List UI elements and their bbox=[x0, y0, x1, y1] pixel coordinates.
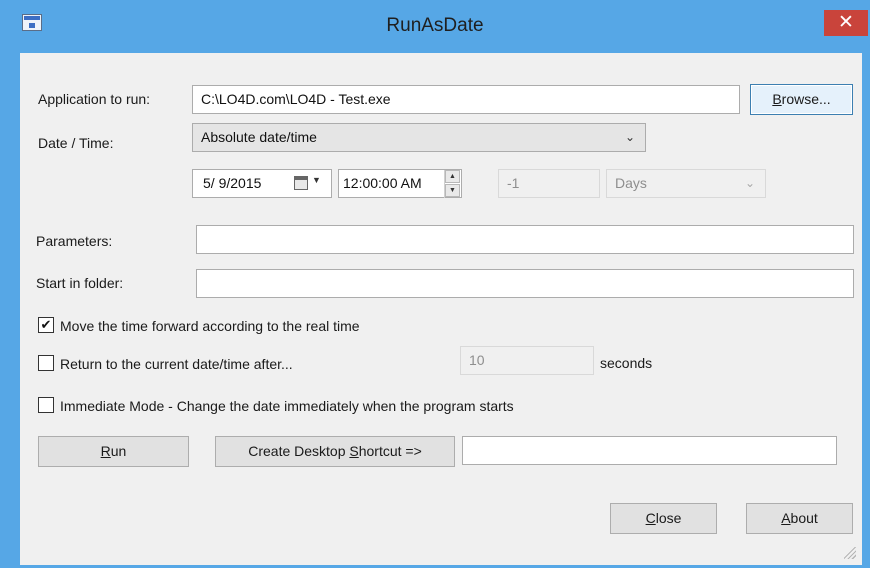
close-icon[interactable]: ✕ bbox=[824, 10, 868, 36]
run-accel: R bbox=[100, 443, 111, 459]
run-button[interactable]: Run bbox=[38, 436, 189, 467]
date-time-label: Date / Time: bbox=[38, 135, 114, 151]
resize-grip-icon[interactable] bbox=[844, 547, 856, 559]
dialog-client: Application to run: C:\LO4D.com\LO4D - T… bbox=[20, 53, 862, 565]
checkmark-icon: ✔ bbox=[40, 317, 52, 332]
date-mode-value: Absolute date/time bbox=[201, 129, 317, 145]
date-mode-select[interactable]: Absolute date/time ⌄ bbox=[192, 123, 646, 152]
browse-label: rowse... bbox=[781, 91, 831, 107]
browse-accel: B bbox=[772, 91, 782, 107]
immediate-mode-label[interactable]: Immediate Mode - Change the date immedia… bbox=[60, 398, 514, 414]
about-accel: A bbox=[781, 510, 791, 526]
shortcut-label-rest: hortcut => bbox=[358, 443, 422, 459]
offset-input: -1 bbox=[498, 169, 600, 198]
offset-unit-select: Days ⌄ bbox=[606, 169, 766, 198]
start-in-folder-input[interactable] bbox=[196, 269, 854, 298]
return-seconds-input: 10 bbox=[460, 346, 594, 375]
title-bar[interactable]: RunAsDate ✕ bbox=[0, 0, 870, 52]
date-value: 5/ 9/2015 bbox=[203, 175, 262, 191]
close-button[interactable]: Close bbox=[610, 503, 717, 534]
create-shortcut-button[interactable]: Create Desktop Shortcut => bbox=[215, 436, 455, 467]
parameters-input[interactable] bbox=[196, 225, 854, 254]
return-after-checkbox[interactable] bbox=[38, 355, 54, 371]
time-spinner[interactable]: ▲ ▼ bbox=[444, 170, 460, 198]
window-title: RunAsDate bbox=[386, 15, 484, 36]
chevron-down-icon: ⌄ bbox=[744, 176, 755, 190]
immediate-mode-checkbox[interactable] bbox=[38, 397, 54, 413]
close-accel: C bbox=[645, 510, 656, 526]
return-after-label[interactable]: Return to the current date/time after... bbox=[60, 356, 293, 372]
date-picker[interactable]: 5/ 9/2015 bbox=[192, 169, 332, 198]
run-label: un bbox=[110, 443, 127, 459]
move-forward-checkbox[interactable]: ✔ bbox=[38, 317, 54, 333]
shortcut-name-input[interactable] bbox=[462, 436, 837, 465]
move-forward-label[interactable]: Move the time forward according to the r… bbox=[60, 318, 360, 334]
offset-unit-value: Days bbox=[615, 175, 647, 191]
dropdown-arrow-icon[interactable]: ▼ bbox=[312, 175, 321, 185]
close-label: lose bbox=[655, 510, 682, 526]
seconds-label: seconds bbox=[600, 355, 653, 371]
start-in-folder-label: Start in folder: bbox=[36, 275, 124, 291]
shortcut-accel: S bbox=[349, 443, 359, 459]
chevron-down-icon: ⌄ bbox=[624, 130, 635, 144]
spin-down-icon[interactable]: ▼ bbox=[445, 184, 460, 197]
spin-up-icon[interactable]: ▲ bbox=[445, 170, 460, 183]
window-frame: RunAsDate ✕ Application to run: C:\LO4D.… bbox=[0, 0, 870, 568]
app-to-run-label: Application to run: bbox=[38, 91, 151, 107]
app-path-input[interactable]: C:\LO4D.com\LO4D - Test.exe bbox=[192, 85, 740, 114]
shortcut-label-prefix: Create Desktop bbox=[248, 443, 350, 459]
about-button[interactable]: About bbox=[746, 503, 853, 534]
parameters-label: Parameters: bbox=[36, 233, 113, 249]
about-label: bout bbox=[790, 510, 818, 526]
browse-button[interactable]: Browse... bbox=[750, 84, 853, 115]
time-value: 12:00:00 AM bbox=[343, 175, 422, 191]
calendar-icon[interactable] bbox=[294, 176, 308, 190]
